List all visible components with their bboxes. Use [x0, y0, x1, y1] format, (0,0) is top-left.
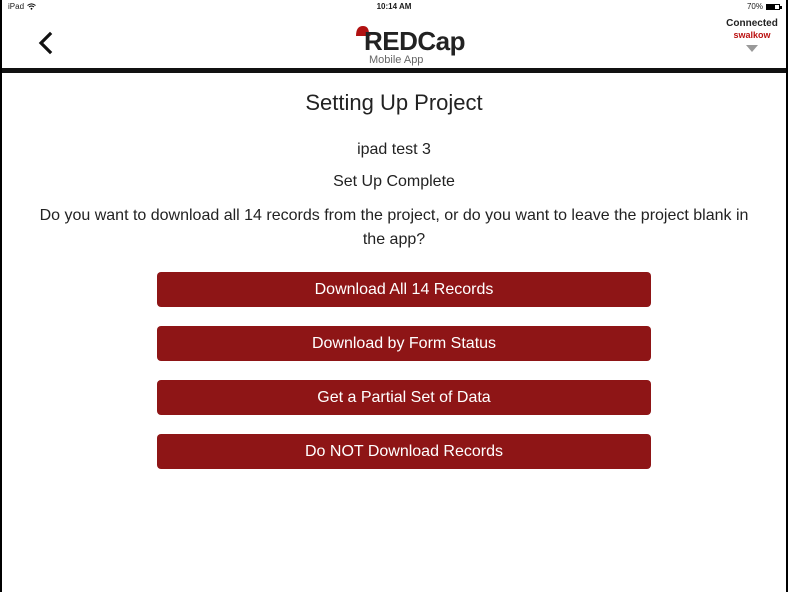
back-button[interactable] — [32, 28, 62, 58]
status-right: 70% — [746, 2, 782, 11]
project-name: ipad test 3 — [357, 141, 431, 158]
battery-fill — [767, 4, 776, 9]
battery-icon — [766, 3, 782, 10]
page-title: Setting Up Project — [305, 90, 483, 115]
download-all-records-button[interactable]: Download All 14 Records — [157, 272, 651, 307]
nav-bar: REDCap Mobile App Connected swalkow — [2, 14, 786, 68]
app-screen: iPad 10:14 AM 70% REDCap Mobile App Conn… — [0, 0, 788, 592]
status-bar: iPad 10:14 AM 70% — [2, 0, 786, 14]
setup-status: Set Up Complete — [333, 173, 455, 190]
no-download-button[interactable]: Do NOT Download Records — [157, 434, 651, 469]
partial-data-button[interactable]: Get a Partial Set of Data — [157, 380, 651, 415]
logo-subtitle: Mobile App — [369, 54, 424, 66]
redcap-logo: REDCap Mobile App — [354, 20, 474, 66]
download-options: Download All 14 Records Download by Form… — [157, 272, 651, 488]
wifi-icon — [746, 45, 758, 52]
download-by-form-status-button[interactable]: Download by Form Status — [157, 326, 651, 361]
chevron-left-icon — [38, 31, 53, 55]
battery-percent: 70% — [746, 2, 763, 11]
connection-status: Connected — [726, 18, 778, 29]
nav-divider — [2, 68, 786, 73]
connection-user: swalkow — [733, 30, 771, 40]
download-prompt: Do you want to download all 14 records f… — [39, 207, 749, 248]
connection-indicator[interactable]: Connected swalkow — [722, 18, 782, 58]
status-time: 10:14 AM — [376, 2, 412, 11]
logo-title: REDCap — [364, 26, 466, 56]
